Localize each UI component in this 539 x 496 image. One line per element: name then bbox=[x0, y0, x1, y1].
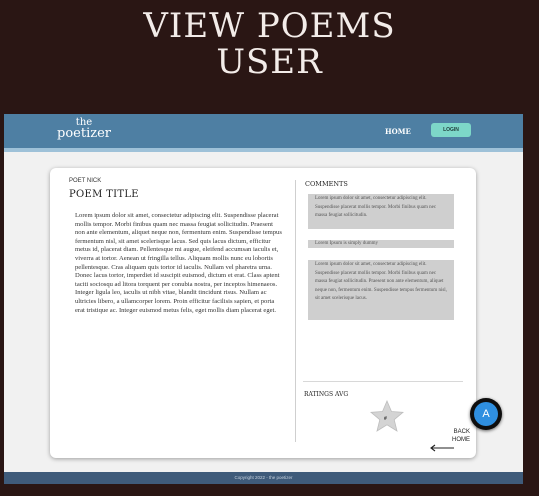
comment-item: Lorem ipsum dolor sit amet, consectetur … bbox=[308, 194, 454, 229]
app-mockup: the poetizer HOME LOGIN POET NICK POEM T… bbox=[4, 114, 523, 484]
nav-home-link[interactable]: HOME bbox=[385, 127, 411, 136]
arrow-left-icon[interactable] bbox=[429, 444, 455, 452]
star-icon[interactable] bbox=[370, 400, 404, 432]
login-button[interactable]: LOGIN bbox=[431, 123, 471, 137]
poem-card: POET NICK POEM TITLE Lorem ipsum dolor s… bbox=[50, 168, 476, 458]
slide-title-line1: VIEW POEMS bbox=[143, 6, 396, 46]
poem-title: POEM TITLE bbox=[69, 189, 139, 200]
back-home-line1: BACK bbox=[453, 429, 470, 435]
rating-value: # bbox=[384, 416, 387, 422]
ratings-heading: RATINGS AVG bbox=[304, 391, 349, 398]
comment-item: Lorem ipsum dolor sit amet, consectetur … bbox=[308, 260, 454, 320]
floating-action-button[interactable]: A bbox=[470, 398, 502, 430]
comment-item: Lorem Ipsum is simply dummy bbox=[308, 240, 454, 248]
footer: Copyright 2022 - the poetizer bbox=[4, 472, 523, 484]
slide-title-line2: USER bbox=[216, 42, 323, 82]
logo-bottom: poetizer bbox=[57, 126, 111, 141]
comments-heading: COMMENTS bbox=[305, 180, 348, 188]
navbar: the poetizer HOME LOGIN bbox=[4, 114, 523, 152]
logo[interactable]: the poetizer bbox=[57, 118, 111, 141]
poet-nick[interactable]: POET NICK bbox=[69, 178, 101, 184]
column-divider bbox=[295, 180, 296, 442]
slide-title: VIEW POEMS USER bbox=[0, 8, 539, 80]
poem-body: Lorem ipsum dolor sit amet, consectetur … bbox=[75, 212, 282, 314]
fab-label: A bbox=[474, 402, 498, 426]
ratings-divider bbox=[303, 381, 463, 382]
back-home-line2: HOME bbox=[452, 437, 470, 443]
back-home-button[interactable]: BACK HOME bbox=[430, 428, 470, 444]
